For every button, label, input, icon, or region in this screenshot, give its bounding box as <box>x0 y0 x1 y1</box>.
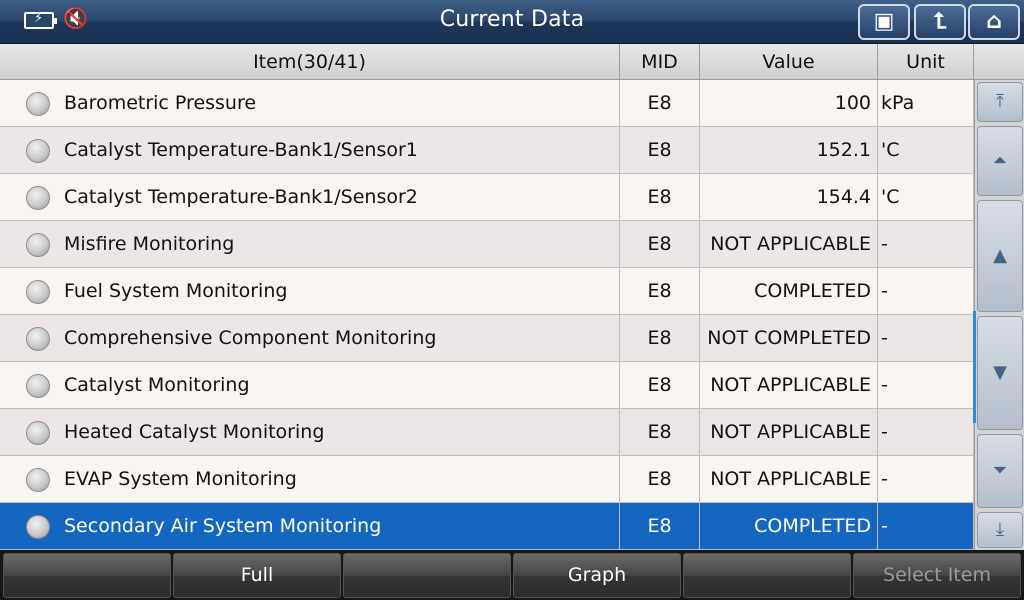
page-down-button[interactable]: ⏷ <box>977 434 1023 508</box>
table-row[interactable]: Fuel System Monitoring E8 COMPLETED - <box>0 268 974 315</box>
scroll-top-icon: ⤒ <box>996 91 1004 112</box>
mid-cell: E8 <box>620 221 700 267</box>
unit-cell: - <box>878 221 974 267</box>
mid-cell: E8 <box>620 174 700 220</box>
unit-cell: kPa <box>878 80 974 126</box>
column-header-item: Item(30/41) <box>0 44 620 79</box>
table-row[interactable]: Misfire Monitoring E8 NOT APPLICABLE - <box>0 221 974 268</box>
mid-cell: E8 <box>620 456 700 502</box>
table-row[interactable]: Comprehensive Component Monitoring E8 NO… <box>0 315 974 362</box>
mid-cell: E8 <box>620 503 700 549</box>
scroll-position-indicator <box>973 311 976 423</box>
back-icon: ⮤ <box>933 9 947 34</box>
unit-cell: 'C <box>878 174 974 220</box>
page-up-button[interactable]: ⏶ <box>977 126 1023 196</box>
item-name: Fuel System Monitoring <box>64 280 288 302</box>
unit-cell: - <box>878 362 974 408</box>
item-name: EVAP System Monitoring <box>64 468 297 490</box>
value-cell: COMPLETED <box>700 503 878 549</box>
data-table: Item(30/41) MID Value Unit Barometric Pr… <box>0 44 974 550</box>
scroll-top-button[interactable]: ⤒ <box>977 82 1023 122</box>
scroll-down-button[interactable]: ▼ <box>977 316 1023 430</box>
radio-button[interactable] <box>26 421 50 445</box>
unit-cell: 'C <box>878 127 974 173</box>
table-row-selected[interactable]: Secondary Air System Monitoring E8 COMPL… <box>0 503 974 550</box>
graph-button[interactable]: Graph <box>513 553 681 598</box>
radio-button[interactable] <box>26 327 50 351</box>
home-icon: ⌂ <box>986 9 1002 34</box>
item-name: Secondary Air System Monitoring <box>64 515 382 537</box>
table-row[interactable]: Heated Catalyst Monitoring E8 NOT APPLIC… <box>0 409 974 456</box>
value-cell: NOT APPLICABLE <box>700 362 878 408</box>
mid-cell: E8 <box>620 80 700 126</box>
select-item-button[interactable]: Select Item <box>853 553 1021 598</box>
radio-button[interactable] <box>26 92 50 116</box>
radio-button[interactable] <box>26 233 50 257</box>
table-row[interactable]: Barometric Pressure E8 100 kPa <box>0 80 974 127</box>
item-name: Comprehensive Component Monitoring <box>64 327 437 349</box>
triangle-down-icon: ▼ <box>993 362 1007 383</box>
radio-button[interactable] <box>26 139 50 163</box>
value-cell: NOT APPLICABLE <box>700 456 878 502</box>
value-cell: NOT APPLICABLE <box>700 409 878 455</box>
home-button[interactable]: ⌂ <box>968 4 1020 40</box>
title-bar: ⚡ 🔇 Current Data ▣ ⮤ ⌂ <box>0 0 1024 44</box>
radio-button[interactable] <box>26 468 50 492</box>
scroll-controls: ⤒ ⏶ ▲ ▼ ⏷ ⤓ <box>974 80 1024 550</box>
value-cell: COMPLETED <box>700 268 878 314</box>
mid-cell: E8 <box>620 127 700 173</box>
radio-button[interactable] <box>26 374 50 398</box>
table-header: Item(30/41) MID Value Unit <box>0 44 974 80</box>
radio-button[interactable] <box>26 280 50 304</box>
radio-button[interactable] <box>26 515 50 539</box>
unit-cell: - <box>878 409 974 455</box>
scroll-up-button[interactable]: ▲ <box>977 200 1023 312</box>
column-header-value: Value <box>700 44 878 79</box>
toolbar-button-blank-2[interactable] <box>343 553 511 598</box>
radio-button[interactable] <box>26 186 50 210</box>
mid-cell: E8 <box>620 409 700 455</box>
scroll-bottom-button[interactable]: ⤓ <box>977 512 1023 548</box>
item-name: Catalyst Monitoring <box>64 374 250 396</box>
value-cell: 152.1 <box>700 127 878 173</box>
item-name: Heated Catalyst Monitoring <box>64 421 325 443</box>
column-header-mid: MID <box>620 44 700 79</box>
toolbar-button-blank-1[interactable] <box>3 553 171 598</box>
value-cell: 154.4 <box>700 174 878 220</box>
back-button[interactable]: ⮤ <box>914 4 966 40</box>
unit-cell: - <box>878 315 974 361</box>
full-button[interactable]: Full <box>173 553 341 598</box>
bottom-toolbar: Full Graph Select Item <box>0 550 1024 600</box>
column-header-unit: Unit <box>878 44 974 79</box>
table-row[interactable]: EVAP System Monitoring E8 NOT APPLICABLE… <box>0 456 974 503</box>
table-row[interactable]: Catalyst Monitoring E8 NOT APPLICABLE - <box>0 362 974 409</box>
mid-cell: E8 <box>620 362 700 408</box>
unit-cell: - <box>878 456 974 502</box>
value-cell: NOT COMPLETED <box>700 315 878 361</box>
table-row[interactable]: Catalyst Temperature-Bank1/Sensor2 E8 15… <box>0 174 974 221</box>
unit-cell: - <box>878 503 974 549</box>
scroll-bottom-icon: ⤓ <box>996 519 1004 540</box>
value-cell: NOT APPLICABLE <box>700 221 878 267</box>
value-cell: 100 <box>700 80 878 126</box>
toolbar-button-blank-3[interactable] <box>683 553 851 598</box>
screenshot-button[interactable]: ▣ <box>858 4 910 40</box>
unit-cell: - <box>878 268 974 314</box>
table-row[interactable]: Catalyst Temperature-Bank1/Sensor1 E8 15… <box>0 127 974 174</box>
double-chevron-up-icon: ⏶ <box>992 150 1008 171</box>
item-name: Catalyst Temperature-Bank1/Sensor1 <box>64 139 418 161</box>
header-spacer <box>974 44 1024 80</box>
triangle-up-icon: ▲ <box>993 245 1007 266</box>
item-name: Barometric Pressure <box>64 92 257 114</box>
item-name: Misfire Monitoring <box>64 233 235 255</box>
mid-cell: E8 <box>620 268 700 314</box>
screenshot-icon: ▣ <box>873 9 895 34</box>
mid-cell: E8 <box>620 315 700 361</box>
item-name: Catalyst Temperature-Bank1/Sensor2 <box>64 186 418 208</box>
double-chevron-down-icon: ⏷ <box>992 460 1008 481</box>
